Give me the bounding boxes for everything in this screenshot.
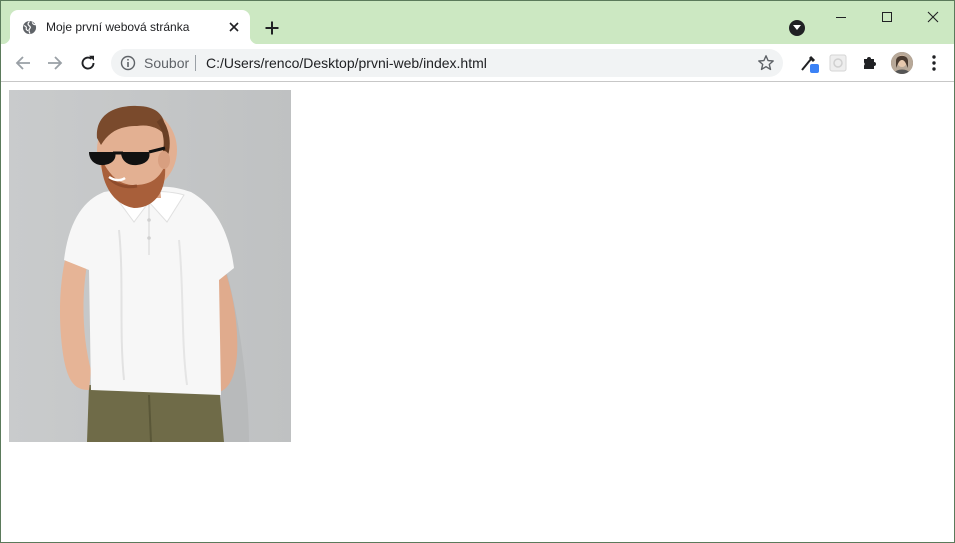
close-icon[interactable] xyxy=(226,19,242,35)
tab-strip: Moje první webová stránka xyxy=(1,1,954,44)
more-vert-icon xyxy=(932,55,936,71)
eyedropper-icon xyxy=(801,55,819,73)
address-bar[interactable]: Soubor C:/Users/renco/Desktop/prvni-web/… xyxy=(111,49,783,77)
omnibox-divider xyxy=(195,55,196,71)
maximize-button[interactable] xyxy=(864,1,910,33)
info-icon[interactable] xyxy=(120,55,136,71)
star-icon[interactable] xyxy=(757,54,775,72)
url-text[interactable]: C:/Users/renco/Desktop/prvni-web/index.h… xyxy=(206,55,487,71)
close-icon xyxy=(927,11,939,23)
extensions-button[interactable] xyxy=(859,52,881,74)
tab-title: Moje první webová stránka xyxy=(46,20,190,34)
minimize-icon xyxy=(836,17,846,18)
eyedropper-extension[interactable] xyxy=(798,52,820,74)
reload-icon xyxy=(81,55,95,70)
avatar[interactable] xyxy=(891,52,913,74)
globe-icon xyxy=(22,20,37,35)
menu-button[interactable] xyxy=(923,52,945,74)
arrow-left-icon xyxy=(15,56,30,70)
page-viewport xyxy=(1,83,954,542)
puzzle-icon xyxy=(864,57,876,69)
omnibox-scheme-label: Soubor xyxy=(144,55,190,71)
chevron-down-icon xyxy=(793,25,801,30)
profile-photo xyxy=(891,52,913,74)
man-photo xyxy=(9,90,291,442)
arrow-right-icon xyxy=(48,56,63,70)
back-button[interactable] xyxy=(12,52,34,74)
close-window-button[interactable] xyxy=(910,1,954,33)
extension-square-icon xyxy=(829,54,847,72)
maximize-icon xyxy=(882,12,892,22)
forward-button[interactable] xyxy=(44,52,66,74)
tab-active[interactable]: Moje první webová stránka xyxy=(2,10,258,44)
reload-button[interactable] xyxy=(77,52,99,74)
square-extension[interactable] xyxy=(827,52,849,74)
tab-search-button[interactable] xyxy=(789,20,805,36)
new-tab-button[interactable] xyxy=(261,17,283,39)
plus-icon xyxy=(265,21,279,35)
browser-window: Moje první webová stránka Soubor C:/User… xyxy=(0,0,955,543)
browser-toolbar: Soubor C:/Users/renco/Desktop/prvni-web/… xyxy=(1,44,954,82)
minimize-button[interactable] xyxy=(818,1,864,33)
